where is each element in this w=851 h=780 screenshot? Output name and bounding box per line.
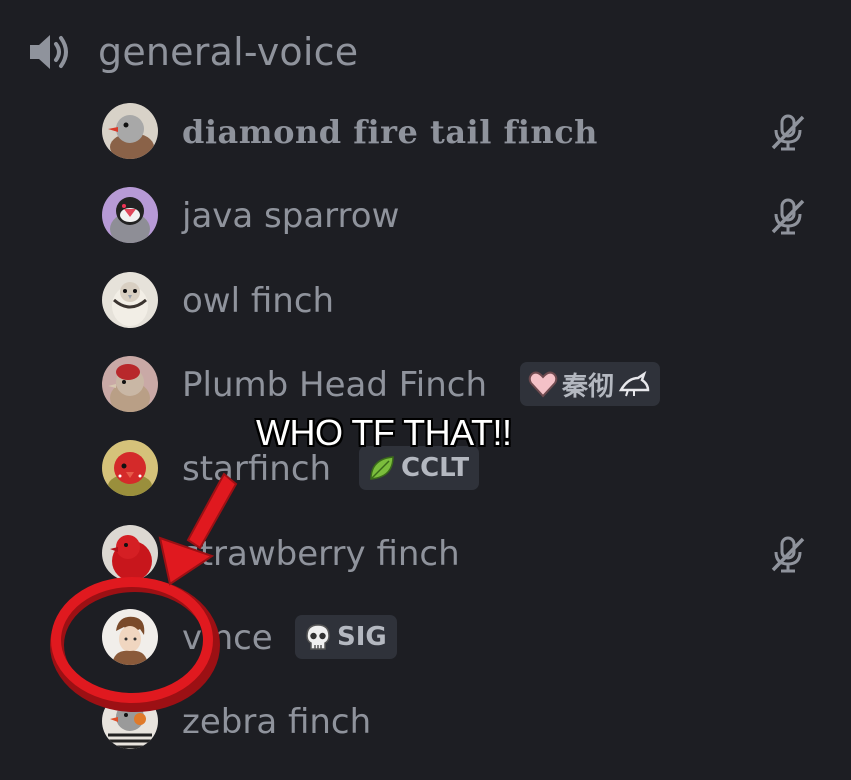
avatar[interactable] [102,609,158,665]
member-name: zebra finch [182,702,372,742]
tag-label: CCLT [401,453,470,483]
member-name: owl finch [182,281,335,321]
mic-muted-icon [768,196,808,236]
tag-label: 秦彻 [562,371,615,402]
voice-member-row[interactable]: owl finch [0,257,851,341]
clan-tag[interactable]: SIG [295,615,397,659]
member-name: vince [182,618,273,658]
voice-member-row[interactable]: diamond fire tail finch [0,88,851,172]
voice-member-row[interactable]: strawberry finch [0,510,851,594]
clan-tag[interactable]: 秦彻 [520,362,661,406]
member-name: strawberry finch [182,534,460,574]
voice-member-row[interactable]: java sparrow [0,172,851,256]
member-name: Plumb Head Finch [182,365,488,405]
mic-muted-icon [768,534,808,574]
annotation-caption: WHO TF THAT!! [256,412,512,453]
member-name: java sparrow [182,196,400,236]
voice-member-row[interactable]: zebra finch [0,678,851,762]
heart-icon [528,370,558,398]
member-name: diamond fire tail finch [182,113,598,151]
voice-channel-header[interactable]: general-voice [26,24,358,80]
avatar[interactable] [102,525,158,581]
bird-icon [618,370,650,398]
leaf-icon [367,453,397,483]
avatar[interactable] [102,187,158,243]
avatar[interactable] [102,693,158,749]
voice-member-row[interactable]: vince SIG [0,594,851,678]
avatar[interactable] [102,356,158,412]
channel-name: general-voice [98,30,359,74]
avatar[interactable] [102,103,158,159]
skull-icon [303,622,333,652]
avatar[interactable] [102,272,158,328]
avatar[interactable] [102,440,158,496]
speaker-icon [26,29,72,75]
mic-muted-icon [768,112,808,152]
tag-label: SIG [337,622,387,652]
